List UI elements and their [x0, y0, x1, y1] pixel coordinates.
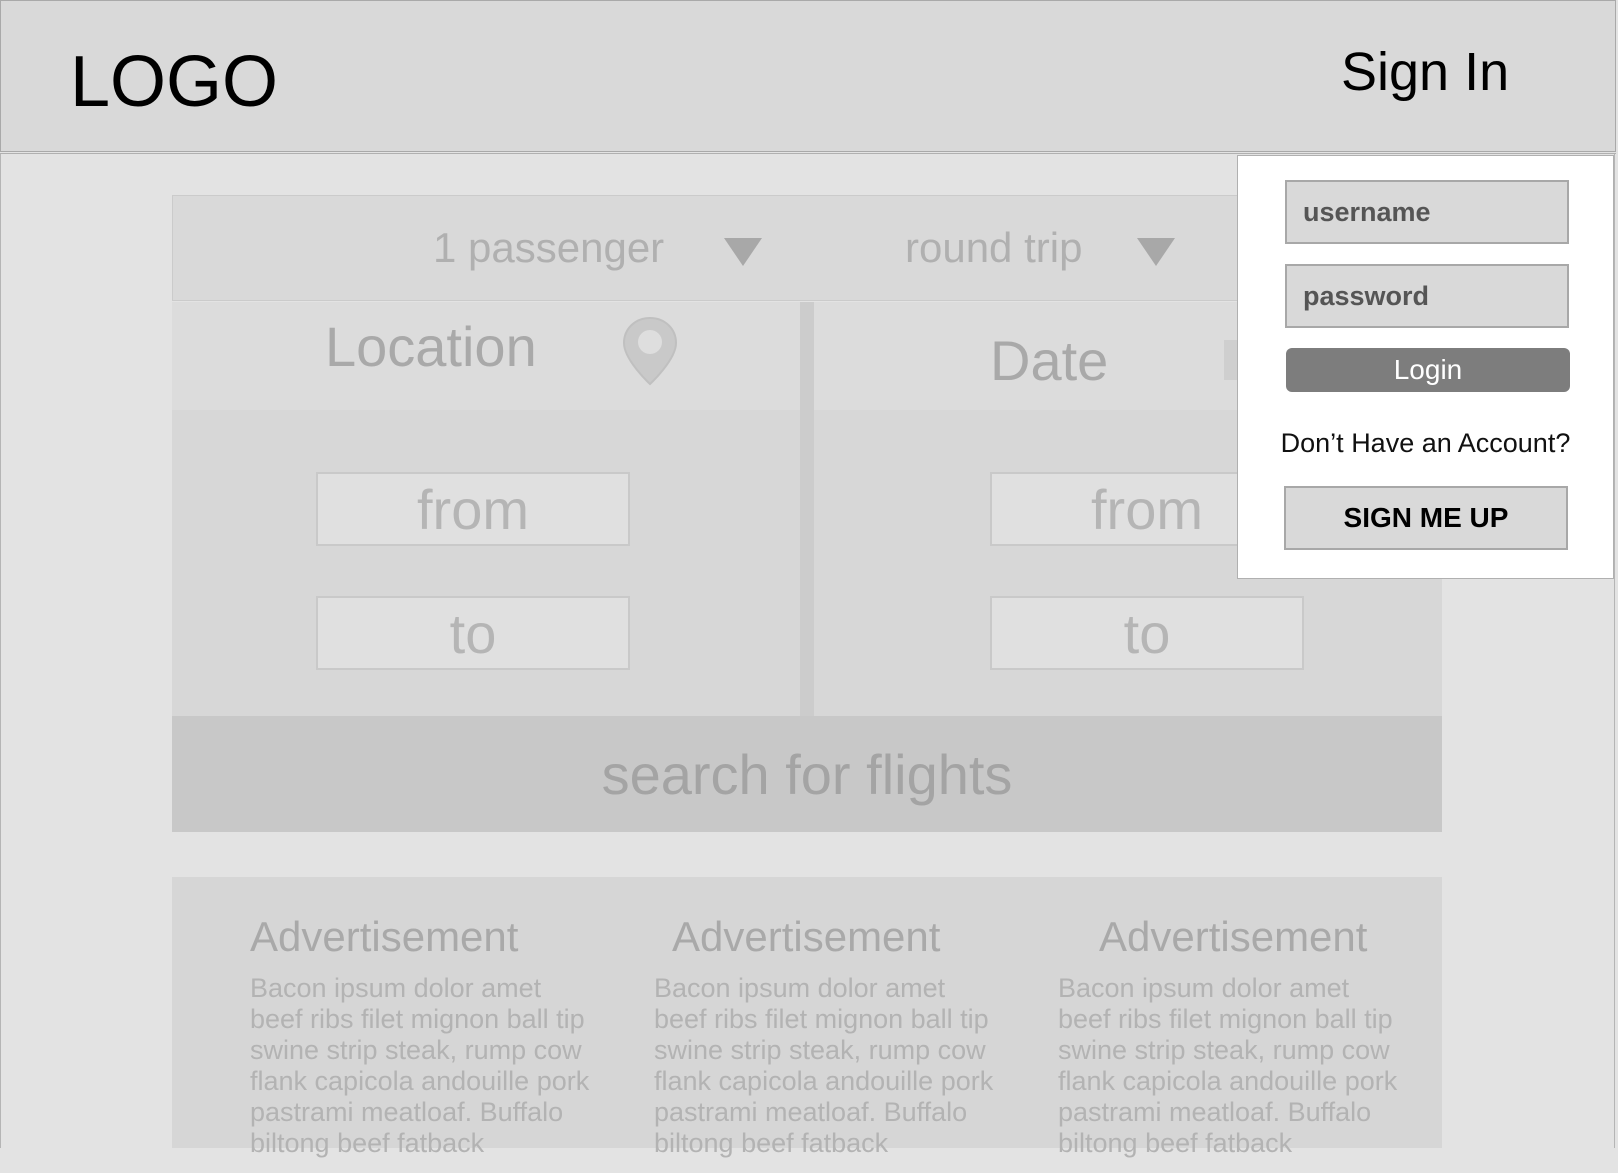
- username-field[interactable]: username: [1285, 180, 1569, 244]
- passenger-select[interactable]: 1 passenger: [433, 224, 664, 272]
- panel-divider: [800, 302, 814, 716]
- search-flights-button[interactable]: search for flights: [172, 716, 1442, 832]
- ad-card[interactable]: Advertisement Bacon ipsum dolor amet bee…: [1058, 913, 1418, 1173]
- location-title: Location: [325, 315, 537, 378]
- date-title: Date: [990, 329, 1109, 392]
- ad-body: Bacon ipsum dolor amet beef ribs filet m…: [1058, 973, 1398, 1158]
- content-border-left: [0, 154, 1, 1148]
- login-button[interactable]: Login: [1286, 348, 1570, 392]
- advertisements: Advertisement Bacon ipsum dolor amet bee…: [172, 877, 1442, 1158]
- login-popup: username password Login Don’t Have an Ac…: [1237, 155, 1614, 579]
- logo: LOGO: [70, 42, 279, 122]
- ad-title: Advertisement: [1099, 913, 1368, 960]
- ad-body: Bacon ipsum dolor amet beef ribs filet m…: [250, 973, 590, 1158]
- date-to-field[interactable]: to: [990, 596, 1304, 670]
- location-panel-header: Location: [172, 302, 800, 410]
- header-divider: [0, 153, 1616, 154]
- location-to-field[interactable]: to: [316, 596, 630, 670]
- ad-title: Advertisement: [672, 913, 941, 960]
- trip-type-select[interactable]: round trip: [905, 224, 1082, 272]
- location-panel: Location from to: [172, 302, 800, 716]
- no-account-text: Don’t Have an Account?: [1280, 428, 1571, 458]
- map-pin-icon: [622, 316, 678, 386]
- sign-up-button[interactable]: SIGN ME UP: [1284, 486, 1568, 550]
- triangle-down-icon[interactable]: [1137, 238, 1175, 266]
- password-field[interactable]: password: [1285, 264, 1569, 328]
- ad-body: Bacon ipsum dolor amet beef ribs filet m…: [654, 973, 994, 1158]
- location-from-field[interactable]: from: [316, 472, 630, 546]
- triangle-down-icon[interactable]: [724, 238, 762, 266]
- calendar-icon: [1224, 340, 1238, 380]
- sign-in-link[interactable]: Sign In: [1341, 41, 1509, 103]
- ad-card[interactable]: Advertisement Bacon ipsum dolor amet bee…: [250, 913, 610, 1173]
- content-border-right: [1614, 154, 1615, 1148]
- top-bar: LOGO Sign In: [0, 0, 1616, 152]
- ad-title: Advertisement: [250, 913, 519, 960]
- ad-card[interactable]: Advertisement Bacon ipsum dolor amet bee…: [654, 913, 1014, 1173]
